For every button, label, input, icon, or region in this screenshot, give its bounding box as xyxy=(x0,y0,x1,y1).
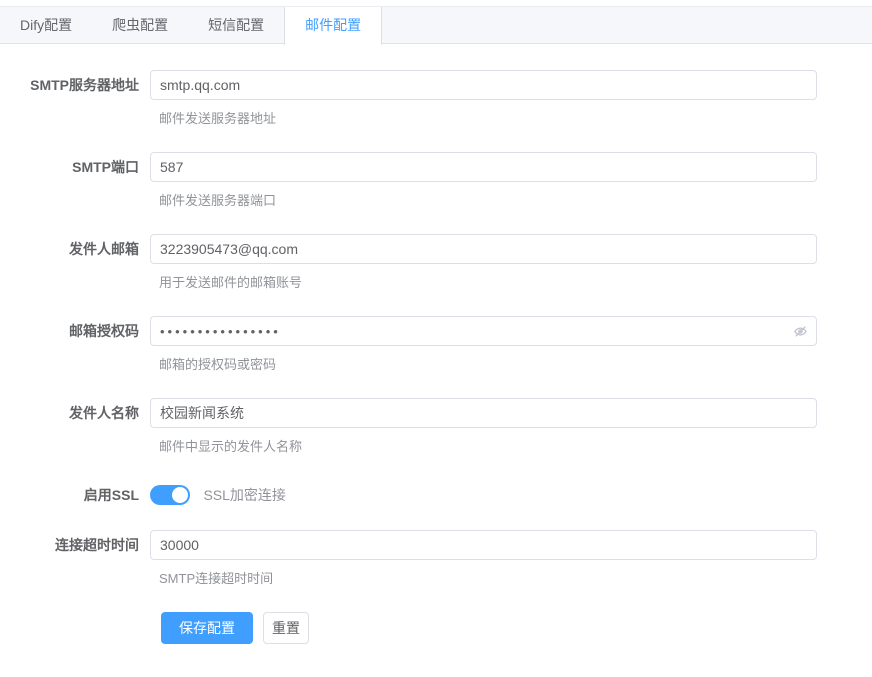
tab-sms-config[interactable]: 短信配置 xyxy=(188,7,284,43)
ssl-toggle-description: SSL加密连接 xyxy=(203,487,285,503)
eye-off-icon xyxy=(793,324,808,339)
tab-dify-config[interactable]: Dify配置 xyxy=(0,7,92,43)
timeout-label: 连接超时时间 xyxy=(0,530,150,587)
sender-email-label: 发件人邮箱 xyxy=(0,234,150,291)
mail-config-page: Dify配置 爬虫配置 短信配置 邮件配置 SMTP服务器地址 邮件发送服务器地… xyxy=(0,0,872,677)
sender-email-input[interactable] xyxy=(150,234,817,264)
smtp-port-input[interactable] xyxy=(150,152,817,182)
sender-email-hint: 用于发送邮件的邮箱账号 xyxy=(150,274,817,291)
toggle-password-visibility-button[interactable] xyxy=(791,316,809,346)
sender-name-input[interactable] xyxy=(150,398,817,428)
sender-name-hint: 邮件中显示的发件人名称 xyxy=(150,438,817,455)
smtp-host-hint: 邮件发送服务器地址 xyxy=(150,110,817,127)
form-row-smtp-port: SMTP端口 邮件发送服务器端口 xyxy=(0,152,872,209)
ssl-toggle[interactable] xyxy=(150,485,190,505)
form-row-ssl: 启用SSL SSL加密连接 xyxy=(0,480,872,510)
form-row-sender-email: 发件人邮箱 用于发送邮件的邮箱账号 xyxy=(0,234,872,291)
auth-code-label: 邮箱授权码 xyxy=(0,316,150,373)
auth-code-hint: 邮箱的授权码或密码 xyxy=(150,356,817,373)
smtp-port-label: SMTP端口 xyxy=(0,152,150,209)
ssl-label: 启用SSL xyxy=(0,480,150,510)
smtp-host-input[interactable] xyxy=(150,70,817,100)
form-actions: 保存配置 重置 xyxy=(161,612,872,644)
timeout-hint: SMTP连接超时时间 xyxy=(150,570,817,587)
sender-name-label: 发件人名称 xyxy=(0,398,150,455)
mail-config-form: SMTP服务器地址 邮件发送服务器地址 SMTP端口 邮件发送服务器端口 发件人… xyxy=(0,44,872,644)
reset-button[interactable]: 重置 xyxy=(263,612,309,644)
form-row-timeout: 连接超时时间 SMTP连接超时时间 xyxy=(0,530,872,587)
form-row-auth-code: 邮箱授权码 邮箱的授权码或密码 xyxy=(0,316,872,373)
form-row-smtp-host: SMTP服务器地址 邮件发送服务器地址 xyxy=(0,70,872,127)
tab-mail-config[interactable]: 邮件配置 xyxy=(284,7,382,45)
timeout-input[interactable] xyxy=(150,530,817,560)
smtp-port-hint: 邮件发送服务器端口 xyxy=(150,192,817,209)
tab-crawler-config[interactable]: 爬虫配置 xyxy=(92,7,188,43)
smtp-host-label: SMTP服务器地址 xyxy=(0,70,150,127)
config-tabs: Dify配置 爬虫配置 短信配置 邮件配置 xyxy=(0,6,872,44)
form-row-sender-name: 发件人名称 邮件中显示的发件人名称 xyxy=(0,398,872,455)
auth-code-input[interactable] xyxy=(150,316,817,346)
save-config-button[interactable]: 保存配置 xyxy=(161,612,253,644)
